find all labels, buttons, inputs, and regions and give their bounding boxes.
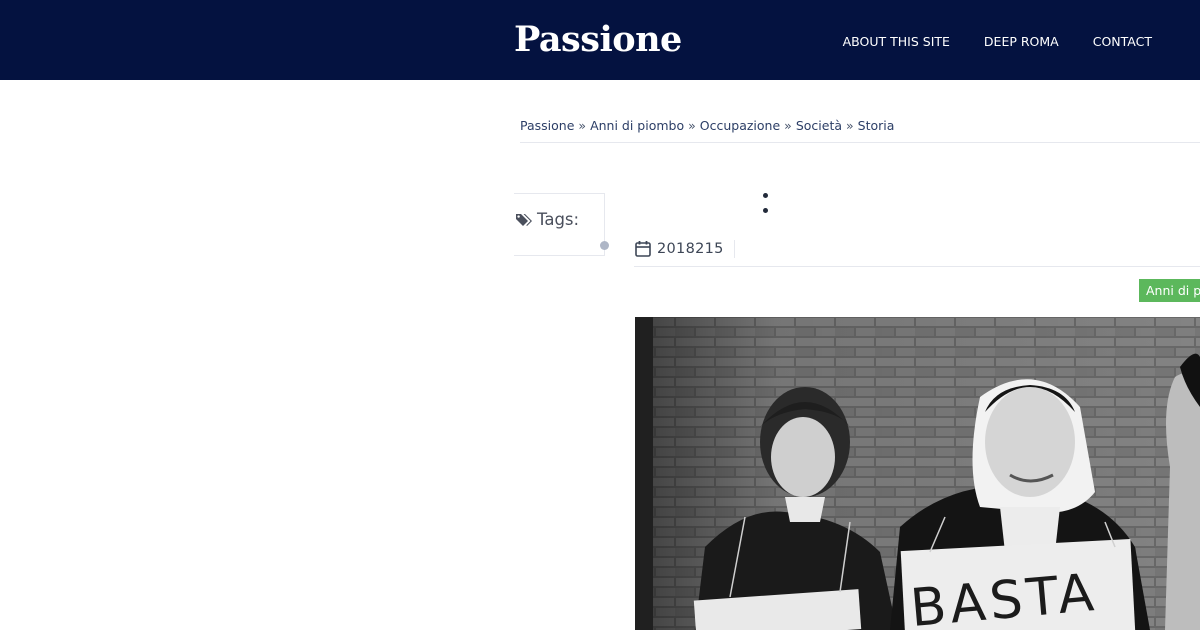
breadcrumb-separator: » <box>846 118 854 133</box>
site-title-link[interactable]: Passione <box>514 17 682 63</box>
tags-label: Tags: <box>537 210 580 229</box>
breadcrumb-item[interactable]: Società <box>796 118 842 133</box>
tags-box: Tags: <box>514 193 605 256</box>
post-date: 2018215 <box>657 241 724 257</box>
title-colon-mark <box>760 189 770 219</box>
breadcrumb-separator: » <box>784 118 792 133</box>
featured-image: BASTA <box>635 317 1200 630</box>
nav-about-this-site[interactable]: ABOUT THIS SITE <box>843 30 950 54</box>
breadcrumb-item[interactable]: Occupazione <box>700 118 780 133</box>
breadcrumb-item[interactable]: Anni di piombo <box>590 118 684 133</box>
tags-icon <box>516 214 532 226</box>
main-nav: ABOUT THIS SITE DEEP ROMA CONTACT <box>843 30 1152 54</box>
tags-dot <box>600 241 609 250</box>
nav-deep-roma[interactable]: DEEP ROMA <box>984 30 1059 54</box>
site-header: Passione ABOUT THIS SITE DEEP ROMA CONTA… <box>0 0 1200 80</box>
meta-divider <box>734 240 735 258</box>
nav-contact[interactable]: CONTACT <box>1093 30 1152 54</box>
breadcrumb-item[interactable]: Storia <box>858 118 895 133</box>
breadcrumb-separator: » <box>688 118 696 133</box>
post-meta: 2018215 <box>634 232 1200 267</box>
breadcrumb-item[interactable]: Passione <box>520 118 574 133</box>
category-badge[interactable]: Anni di piombo <box>1139 279 1200 302</box>
calendar-icon <box>635 241 651 257</box>
breadcrumb: Passione» Anni di piombo» Occupazione» Soci… <box>520 113 1200 143</box>
breadcrumb-separator: » <box>578 118 587 133</box>
featured-photo: BASTA <box>635 317 1200 630</box>
